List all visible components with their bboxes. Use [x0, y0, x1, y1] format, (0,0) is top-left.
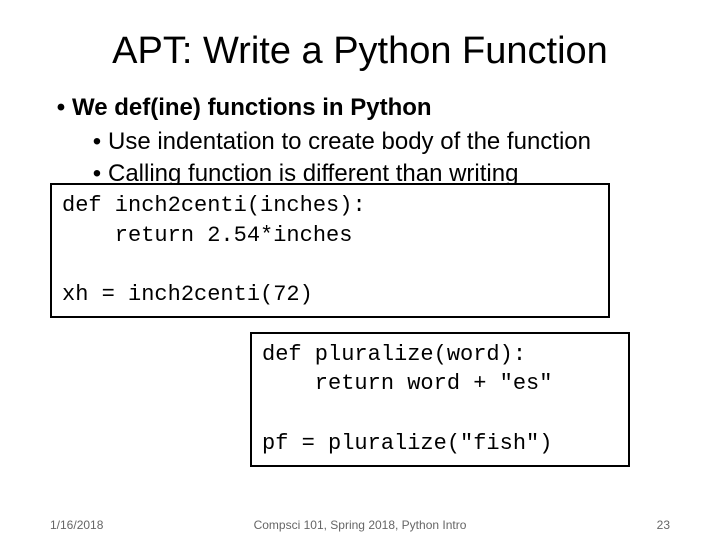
- code-line: return 2.54*inches: [62, 223, 352, 248]
- code-line: xh = inch2centi(72): [62, 282, 313, 307]
- bullet-text: Use indentation to create body of the fu…: [108, 128, 591, 155]
- overlap-region: function def inch2centi(inches): return …: [50, 183, 670, 467]
- code-box-inch2centi: def inch2centi(inches): return 2.54*inch…: [50, 183, 610, 318]
- code-line: def inch2centi(inches):: [62, 193, 366, 218]
- code-box-pluralize: def pluralize(word): return word + "es" …: [250, 332, 630, 467]
- bullet-level2: •Use indentation to create body of the f…: [86, 127, 670, 157]
- bullet-dot-icon: •: [86, 127, 108, 157]
- footer-page-number: 23: [657, 518, 670, 532]
- footer-course: Compsci 101, Spring 2018, Python Intro: [0, 518, 720, 532]
- slide-title: APT: Write a Python Function: [50, 30, 670, 73]
- code-line: return word + "es": [262, 371, 552, 396]
- code-line: pf = pluralize("fish"): [262, 431, 552, 456]
- bullet-level1: •We def(ine) functions in Python: [50, 93, 670, 123]
- code-line: def pluralize(word):: [262, 342, 526, 367]
- bullet-dot-icon: •: [50, 93, 72, 123]
- bullet-list: •We def(ine) functions in Python •Use in…: [50, 93, 670, 467]
- bullet-text: We def(ine) functions in Python: [72, 94, 432, 121]
- slide: APT: Write a Python Function •We def(ine…: [0, 0, 720, 540]
